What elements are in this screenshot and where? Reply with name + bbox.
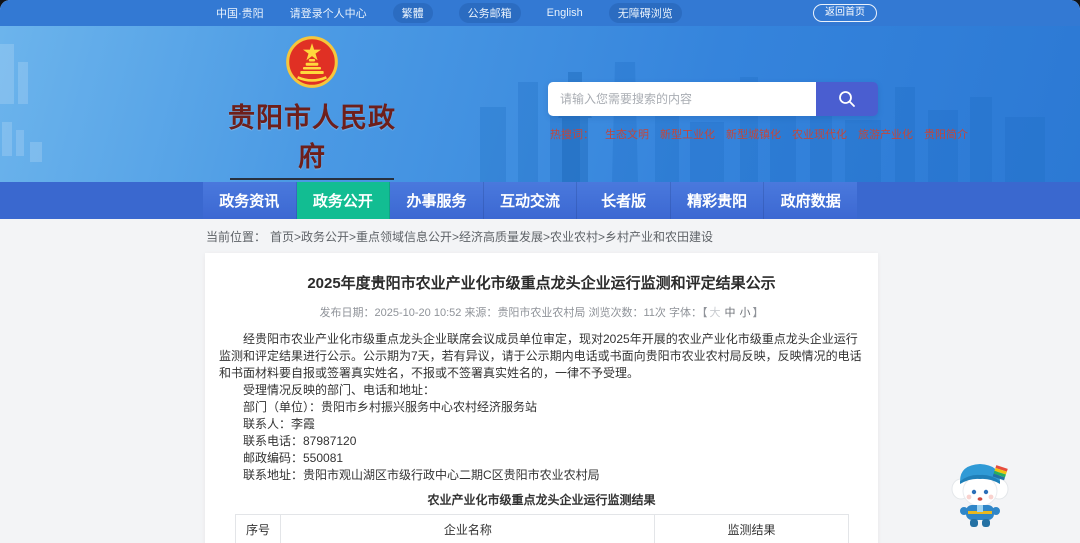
hot-word-guiyang-intro[interactable]: 贵阳简介 bbox=[924, 126, 968, 142]
main-navigation: 政务资讯 政务公开 办事服务 互动交流 长者版 精彩贵阳 政府数据 bbox=[0, 182, 1080, 219]
publish-date-value: 2025-10-20 10:52 bbox=[374, 307, 462, 319]
left-buildings-decoration bbox=[0, 44, 42, 162]
font-size-large-button[interactable]: 大 bbox=[709, 307, 720, 319]
article-card: 2025年度贵阳市农业产业化市级重点龙头企业运行监测和评定结果公示 发布日期：2… bbox=[205, 253, 878, 543]
font-size-label: 字体： bbox=[668, 307, 702, 319]
hot-word-urbanization[interactable]: 新型城镇化 bbox=[726, 126, 781, 142]
site-header: 贵阳市人民政府 贵阳市人民政府 · 政务 www.guiyang.gov.cn … bbox=[0, 26, 1080, 182]
article-paragraph: 联系人：李霞 bbox=[243, 417, 316, 431]
top-utility-bar: 中国·贵阳 请登录个人中心 繁體 公务邮箱 English 无障碍浏览 返回首页 bbox=[0, 0, 1080, 26]
search-input[interactable] bbox=[548, 82, 816, 116]
breadcrumb-label: 当前位置： bbox=[206, 229, 267, 244]
table-header-row: 序号 企业名称 监测结果 bbox=[234, 514, 849, 543]
nav-item-gov-data[interactable]: 政府数据 bbox=[764, 182, 858, 219]
hot-word-ecology[interactable]: 生态文明 bbox=[605, 126, 649, 142]
back-to-home-button[interactable]: 返回首页 bbox=[813, 4, 877, 22]
font-bracket-open: 【 bbox=[701, 307, 708, 319]
monitoring-results-table: 序号 企业名称 监测结果 1 贵州合力超市采购有限公司 合格 2 贵州友禾种业有… bbox=[234, 514, 849, 543]
article-paragraph: 受理情况反映的部门、电话和地址： bbox=[243, 383, 436, 397]
topbar-link-traditional-chinese[interactable]: 繁體 bbox=[392, 3, 433, 23]
breadcrumb-path[interactable]: 首页>政务公开>重点领域信息公开>经济高质量发展>农业农村>乡村产业和农田建设 bbox=[270, 228, 713, 245]
site-logo-block[interactable]: 贵阳市人民政府 贵阳市人民政府 · 政务 www.guiyang.gov.cn bbox=[224, 35, 400, 182]
views-label: 浏览次数： bbox=[588, 307, 644, 319]
main-navigation-inner: 政务资讯 政务公开 办事服务 互动交流 长者版 精彩贵阳 政府数据 bbox=[180, 182, 880, 219]
results-table-title: 农业产业化市级重点龙头企业运行监测结果 bbox=[427, 493, 656, 507]
topbar-link-login[interactable]: 请登录个人中心 bbox=[290, 5, 367, 21]
guiyang-mascot-assistant[interactable] bbox=[948, 453, 1012, 531]
topbar-link-china-guiyang[interactable]: 中国·贵阳 bbox=[216, 5, 264, 21]
search-bar bbox=[548, 82, 878, 116]
site-name: 贵阳市人民政府 bbox=[228, 103, 396, 172]
search-icon bbox=[839, 91, 855, 107]
hot-word-industry[interactable]: 新型工业化 bbox=[660, 126, 715, 142]
col-header-result: 监测结果 bbox=[654, 514, 849, 543]
article-paragraph: 联系地址：贵阳市观山湖区市级行政中心二期C区贵阳市农业农村局 bbox=[243, 468, 600, 482]
nav-item-elderly-version[interactable]: 长者版 bbox=[577, 182, 671, 219]
article-paragraph: 经贵阳市农业产业化市级重点龙头企业联席会议成员单位审定，现对2025年开展的农业… bbox=[219, 332, 862, 380]
hot-word-agriculture[interactable]: 农业现代化 bbox=[792, 126, 847, 142]
search-button[interactable] bbox=[816, 82, 878, 116]
col-header-index: 序号 bbox=[234, 514, 282, 543]
article-paragraph: 联系电话：87987120 bbox=[243, 434, 357, 448]
nav-item-highlights[interactable]: 精彩贵阳 bbox=[670, 182, 765, 219]
source-label: 来源： bbox=[464, 307, 498, 319]
article-paragraph: 部门（单位）：贵阳市乡村振兴服务中心农村经济服务站 bbox=[243, 400, 538, 414]
national-emblem-icon bbox=[286, 36, 338, 88]
article-title: 2025年度贵阳市农业产业化市级重点龙头企业运行监测和评定结果公示 bbox=[307, 275, 776, 292]
breadcrumb: 当前位置： 首页>政务公开>重点领域信息公开>经济高质量发展>农业农村>乡村产业… bbox=[0, 219, 1080, 253]
nav-item-services[interactable]: 办事服务 bbox=[390, 182, 484, 219]
browser-page: 中国·贵阳 请登录个人中心 繁體 公务邮箱 English 无障碍浏览 返回首页 bbox=[0, 0, 1080, 543]
topbar-link-english[interactable]: English bbox=[547, 7, 583, 19]
nav-item-interaction[interactable]: 互动交流 bbox=[483, 182, 578, 219]
views-value: 11次 bbox=[643, 307, 666, 319]
nav-item-news[interactable]: 政务资讯 bbox=[203, 182, 297, 219]
article-paragraph: 邮政编码：550081 bbox=[243, 451, 344, 465]
font-size-small-button[interactable]: 小 bbox=[739, 307, 750, 319]
font-size-medium-button[interactable]: 中 bbox=[724, 307, 735, 319]
top-utility-bar-inner: 中国·贵阳 请登录个人中心 繁體 公务邮箱 English 无障碍浏览 返回首页 bbox=[180, 0, 880, 26]
topbar-link-official-mail[interactable]: 公务邮箱 bbox=[458, 3, 521, 23]
hot-search-label: 热搜词： bbox=[550, 129, 594, 141]
topbar-link-accessibility[interactable]: 无障碍浏览 bbox=[608, 3, 682, 23]
city-skyline-decoration bbox=[480, 62, 1045, 182]
publish-date-label: 发布日期： bbox=[319, 307, 375, 319]
article-meta: 发布日期：2025-10-20 10:52 来源：贵阳市农业农村局 浏览次数：1… bbox=[219, 304, 864, 320]
col-header-company: 企业名称 bbox=[280, 514, 656, 543]
logo-divider bbox=[230, 178, 394, 180]
nav-item-disclosure[interactable]: 政务公开 bbox=[296, 182, 391, 219]
font-bracket-close: 】 bbox=[752, 307, 764, 319]
article-body: 经贵阳市农业产业化市级重点龙头企业联席会议成员单位审定，现对2025年开展的农业… bbox=[219, 331, 864, 484]
hot-word-tourism[interactable]: 旅游产业化 bbox=[858, 126, 913, 142]
source-value: 贵阳市农业农村局 bbox=[497, 307, 586, 319]
hot-search-row: 热搜词： 生态文明 新型工业化 新型城镇化 农业现代化 旅游产业化 贵阳简介 bbox=[550, 126, 968, 142]
